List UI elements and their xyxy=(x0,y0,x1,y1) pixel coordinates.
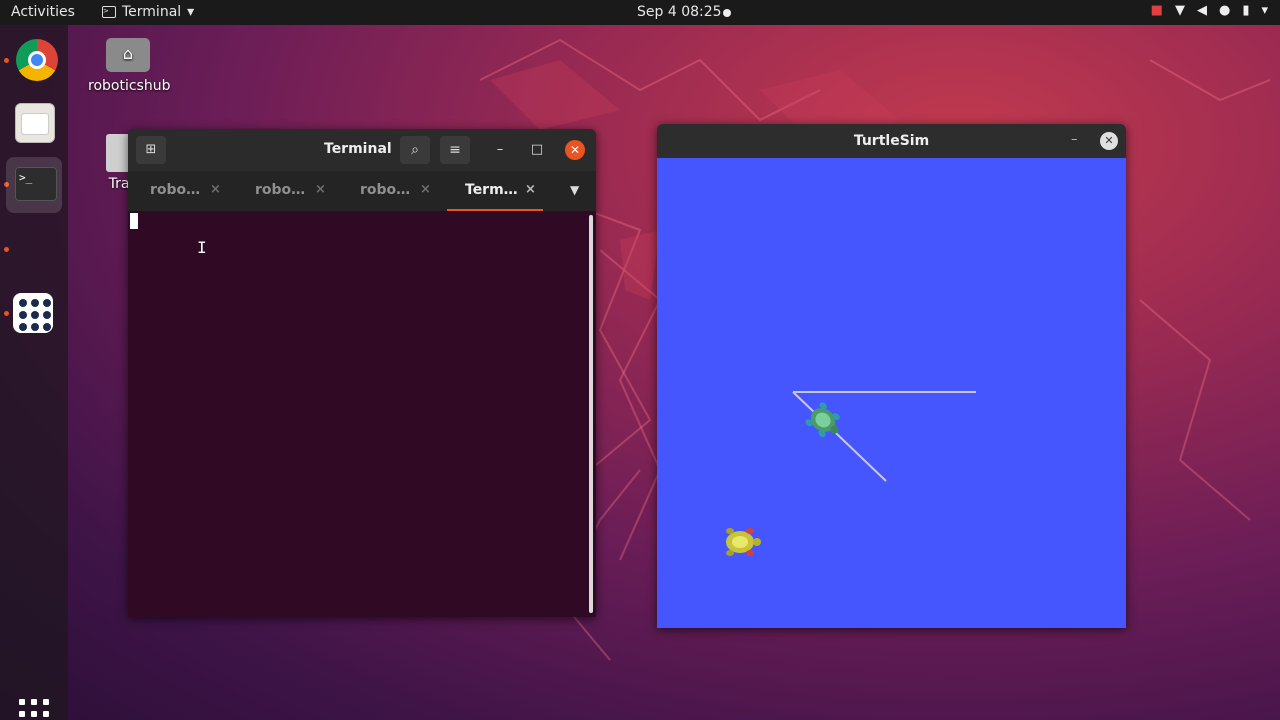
tab-close-icon[interactable]: × xyxy=(315,182,326,197)
close-button[interactable]: ✕ xyxy=(565,140,585,160)
search-button[interactable]: ⌕ xyxy=(400,136,430,164)
tab-robo-2[interactable]: robo… × xyxy=(237,171,341,211)
tab-close-icon[interactable]: × xyxy=(210,182,221,197)
terminal-window[interactable]: ⊞ Terminal ⌕ ≡ – □ ✕ robo… × robo… × rob… xyxy=(128,129,596,617)
app-menu-label: Terminal xyxy=(122,4,182,20)
camera-icon: ■ xyxy=(1150,3,1163,18)
tab-robo-1[interactable]: robo… × xyxy=(132,171,236,211)
terminal-icon: >_ xyxy=(15,167,57,201)
scrollbar[interactable] xyxy=(589,215,593,613)
close-button[interactable]: ✕ xyxy=(1100,132,1118,150)
dock-item-turtlesim[interactable] xyxy=(6,287,62,343)
text-cursor xyxy=(130,213,138,229)
system-tray[interactable]: ■ ▼ ◀ ● ▮ ▾ xyxy=(1151,3,1268,18)
apps-icon xyxy=(13,293,53,333)
dock-item-files[interactable] xyxy=(6,95,62,151)
tab-close-icon[interactable]: × xyxy=(420,182,431,197)
running-indicator xyxy=(4,247,9,252)
clock[interactable]: Sep 4 08:25 xyxy=(637,4,722,20)
window-title: Terminal xyxy=(324,141,392,157)
mouse-ibeam-icon: I xyxy=(197,238,207,257)
top-bar: Activities > Terminal ▾ Sep 4 08:25 ■ ▼ … xyxy=(0,0,1280,25)
turtle-trails xyxy=(726,391,976,556)
app-menu[interactable]: > Terminal ▾ xyxy=(102,4,194,20)
terminal-header[interactable]: ⊞ Terminal ⌕ ≡ – □ ✕ xyxy=(128,129,596,171)
turtlesim-window[interactable]: TurtleSim – ✕ xyxy=(657,124,1126,628)
tab-close-icon[interactable]: × xyxy=(525,182,536,197)
new-tab-button[interactable]: ⊞ xyxy=(136,136,166,164)
chevron-down-icon: ▾ xyxy=(187,4,195,20)
turtle-2-icon xyxy=(726,528,761,556)
tabs-dropdown-icon[interactable]: ▼ xyxy=(570,183,579,197)
show-applications-icon[interactable] xyxy=(19,699,49,720)
chevron-down-icon: ▾ xyxy=(1261,3,1268,18)
minimize-button[interactable]: – xyxy=(490,141,510,161)
trail-line xyxy=(792,391,887,482)
maximize-button[interactable]: □ xyxy=(527,141,547,161)
tab-terminal[interactable]: Term… × xyxy=(447,171,551,211)
terminal-app-icon: > xyxy=(102,6,116,18)
turtlesim-header[interactable]: TurtleSim – ✕ xyxy=(657,124,1126,158)
dock: >_ xyxy=(0,25,68,720)
desktop-icon-label: roboticshub xyxy=(88,78,171,94)
tab-label: Term… xyxy=(465,182,518,198)
chrome-icon xyxy=(16,39,58,81)
tab-robo-3[interactable]: robo… × xyxy=(342,171,446,211)
window-title: TurtleSim xyxy=(853,133,930,149)
files-icon xyxy=(15,103,55,143)
tab-label: robo… xyxy=(360,182,411,198)
notification-dot-icon xyxy=(723,9,731,17)
mic-icon: ● xyxy=(1218,3,1231,18)
home-folder-icon xyxy=(106,38,150,72)
dock-item-terminal[interactable]: >_ xyxy=(6,157,62,213)
minimize-button[interactable]: – xyxy=(1071,132,1078,147)
volume-icon: ◀ xyxy=(1196,3,1207,18)
tab-label: robo… xyxy=(150,182,201,198)
activities-button[interactable]: Activities xyxy=(11,4,75,20)
desktop-icon-label: Tra xyxy=(108,176,130,192)
menu-button[interactable]: ≡ xyxy=(440,136,470,164)
desktop-home-folder[interactable]: roboticshub xyxy=(88,38,171,94)
battery-icon: ▮ xyxy=(1242,3,1250,18)
tab-label: robo… xyxy=(255,182,306,198)
tab-bar: robo… × robo… × robo… × Term… × ▼ xyxy=(128,171,596,211)
dock-item-chrome[interactable] xyxy=(6,29,62,85)
turtlesim-canvas xyxy=(657,158,1126,628)
wifi-icon: ▼ xyxy=(1174,3,1185,18)
